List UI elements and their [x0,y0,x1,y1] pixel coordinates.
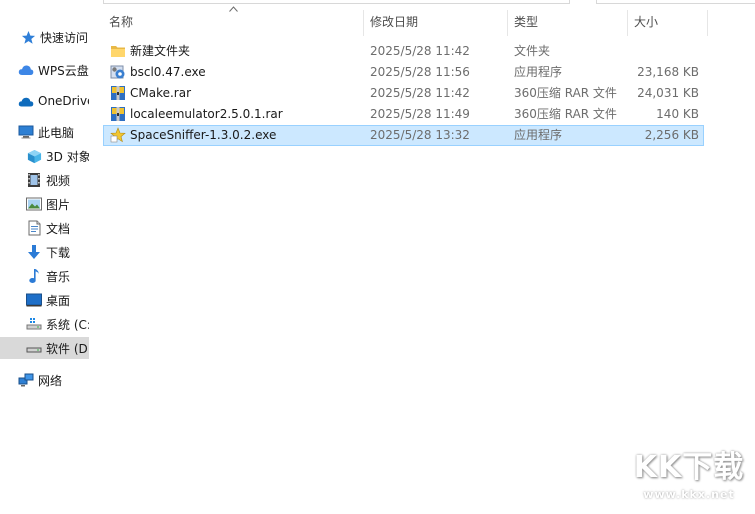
file-date: 2025/5/28 11:42 [370,44,470,58]
navigation-pane: 快速访问 WPS云盘 OneDrive 此电脑 3D 对象 视频 图片 文档 下… [0,0,89,514]
nav-label: 此电脑 [38,125,75,140]
nav-label: 网络 [38,373,63,388]
nav-label: 下载 [46,245,71,260]
folder-icon [111,46,125,57]
column-header-type[interactable]: 类型 [508,10,627,36]
nav-item-music[interactable]: 音乐 [0,265,89,287]
file-row[interactable]: CMake.rar 2025/5/28 11:42 360压缩 RAR 文件 2… [103,83,704,104]
drive-icon [26,340,42,356]
nav-item-3d-objects[interactable]: 3D 对象 [0,145,89,167]
watermark-url: www.kkx.net [643,488,735,501]
computer-icon [18,124,34,140]
file-row[interactable]: bscl0.47.exe 2025/5/28 11:56 应用程序 23,168… [103,62,704,83]
file-date: 2025/5/28 11:49 [370,107,470,121]
network-icon [18,372,34,388]
column-header-row: 名称 修改日期 类型 大小 [89,10,755,36]
file-type: 应用程序 [514,128,563,142]
file-size: 23,168 KB [637,65,699,79]
column-header-date[interactable]: 修改日期 [364,10,507,36]
file-name: 新建文件夹 [130,44,191,58]
file-type: 文件夹 [514,44,551,58]
nav-item-onedrive[interactable]: OneDrive [0,90,89,112]
nav-label: 音乐 [46,269,71,284]
file-size: 140 KB [656,107,699,121]
nav-item-quick-access[interactable]: 快速访问 [0,26,89,48]
onedrive-icon [18,93,34,109]
file-name: CMake.rar [130,86,192,100]
file-list-pane: 名称 修改日期 类型 大小 新建文件夹 2025/5/28 11:42 文件夹 … [89,0,755,514]
nav-label: 3D 对象 [46,149,89,164]
nav-label: 软件 (D:) [46,341,89,356]
star-icon [20,29,36,45]
nav-label: OneDrive [38,94,89,108]
drive-icon [26,316,42,332]
nav-label: 快速访问 [40,30,89,45]
nav-item-downloads[interactable]: 下载 [0,241,89,263]
file-name: SpaceSniffer-1.3.0.2.exe [130,128,277,142]
nav-item-documents[interactable]: 文档 [0,217,89,239]
nav-item-pictures[interactable]: 图片 [0,193,89,215]
nav-label: WPS云盘 [38,63,89,78]
watermark: KK下载 www.kkx.net [629,448,749,512]
cube-icon [26,148,42,164]
column-header-name[interactable]: 名称 [103,10,363,36]
nav-label: 系统 (C:) [46,317,89,332]
picture-icon [26,196,42,212]
file-row-selected[interactable]: SpaceSniffer-1.3.0.2.exe 2025/5/28 13:32… [103,125,704,146]
nav-item-videos[interactable]: 视频 [0,169,89,191]
cloud-icon [18,62,34,78]
file-type: 360压缩 RAR 文件 [514,107,617,121]
video-icon [26,172,42,188]
file-size: 24,031 KB [637,86,699,100]
column-header-size[interactable]: 大小 [628,10,707,36]
rar-icon [111,86,125,100]
file-type: 应用程序 [514,65,563,79]
nav-item-this-pc[interactable]: 此电脑 [0,121,89,143]
desktop-icon [26,292,42,308]
download-icon [26,244,42,260]
nav-label: 文档 [46,221,71,236]
document-icon [26,220,42,236]
file-date: 2025/5/28 13:32 [370,128,470,142]
file-date: 2025/5/28 11:42 [370,86,470,100]
file-name: localeemulator2.5.0.1.rar [130,107,283,121]
nav-label: 桌面 [46,293,71,308]
spacesniffer-icon [110,127,126,143]
nav-label: 图片 [46,197,71,212]
search-box-edge[interactable] [596,0,755,4]
nav-item-network[interactable]: 网络 [0,369,89,391]
nav-item-wps-cloud[interactable]: WPS云盘 [0,59,89,81]
music-icon [26,268,42,284]
exe-gear-icon [110,65,125,79]
file-row[interactable]: 新建文件夹 2025/5/28 11:42 文件夹 [103,41,704,62]
file-type: 360压缩 RAR 文件 [514,86,617,100]
file-row[interactable]: localeemulator2.5.0.1.rar 2025/5/28 11:4… [103,104,704,125]
watermark-logo: KK下载 [633,450,745,485]
file-size: 2,256 KB [644,128,699,142]
nav-label: 视频 [46,173,71,188]
rar-icon [111,107,125,121]
toolbar-edge [103,0,570,4]
file-date: 2025/5/28 11:56 [370,65,470,79]
column-divider[interactable] [707,10,708,36]
nav-item-desktop[interactable]: 桌面 [0,289,89,311]
file-size [624,42,699,61]
nav-item-drive-d[interactable]: 软件 (D:) [0,337,89,359]
file-name: bscl0.47.exe [130,65,206,79]
nav-item-drive-c[interactable]: 系统 (C:) [0,313,89,335]
